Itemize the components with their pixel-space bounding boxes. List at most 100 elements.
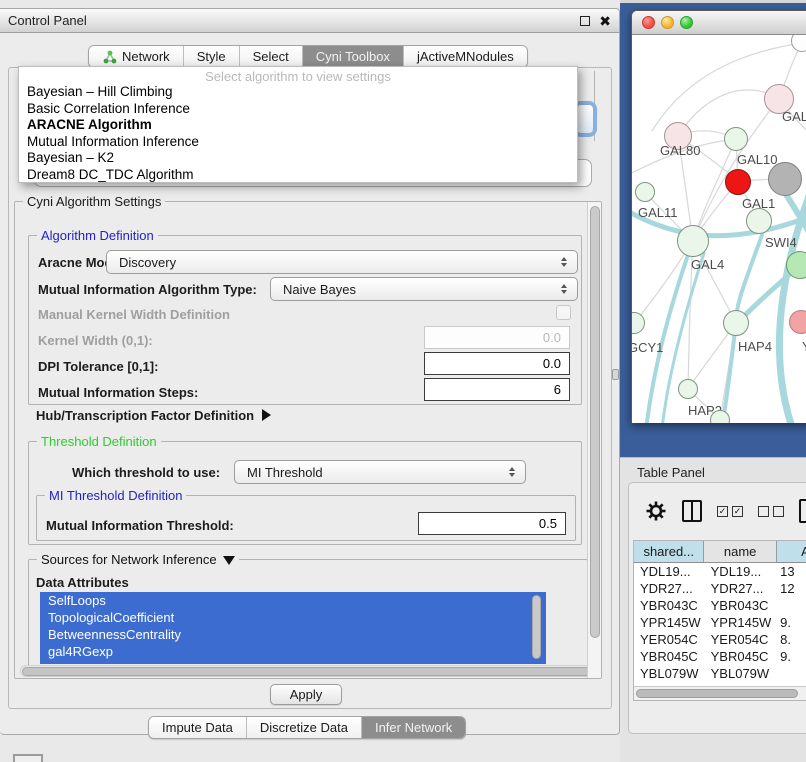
algorithm-option-dream8-dc-tdc-algorithm[interactable]: Dream8 DC_TDC Algorithm <box>19 167 577 184</box>
panel-divider-handle[interactable] <box>612 369 619 380</box>
zoom-traffic-light[interactable] <box>680 16 693 29</box>
minimize-traffic-light[interactable] <box>661 16 674 29</box>
kernel-width-field[interactable]: 0.0 <box>424 326 570 349</box>
screen: GALGAL80GAL10GAL1GAL11SWI4GAL4GCY1HAP4YH… <box>0 0 806 762</box>
mi-steps-field[interactable]: 6 <box>424 378 570 401</box>
algorithm-option-aracne-algorithm[interactable]: ARACNE Algorithm <box>19 117 577 134</box>
node-label-gal10: GAL10 <box>737 152 777 167</box>
algorithm-definition-title: Algorithm Definition <box>37 228 158 243</box>
tab-label: Impute Data <box>162 720 233 735</box>
mi-steps-label: Mutual Information Steps: <box>38 385 198 400</box>
tab-cyni-toolbox[interactable]: Cyni Toolbox <box>303 46 404 67</box>
table-row[interactable]: YBL079WYBL079W <box>634 665 806 682</box>
table-row[interactable]: YDR27...YDR27...12 <box>634 580 806 597</box>
network-node-hap4[interactable] <box>723 310 749 336</box>
attribute-item-betweennesscentrality[interactable]: BetweennessCentrality <box>40 626 546 643</box>
column-header-name[interactable]: name <box>704 541 776 562</box>
table-row[interactable]: YBR045CYBR045C9. <box>634 648 806 665</box>
control-panel-bottom-tabs: Impute Data Discretize DataInfer Network <box>148 716 466 739</box>
network-node-swi4[interactable] <box>746 208 772 234</box>
network-node-gal11[interactable] <box>635 182 655 202</box>
table-row[interactable]: YPR145WYPR145W9. <box>634 614 806 631</box>
network-node-gal4[interactable] <box>677 225 709 257</box>
network-node-y[interactable] <box>789 310 806 334</box>
tab-label: jActiveMNodules <box>417 49 514 64</box>
algorithm-combo-button-fragment[interactable] <box>576 104 594 134</box>
vscroll-thumb[interactable] <box>590 206 600 638</box>
table-cell: YBL079W <box>705 665 777 682</box>
table-horizontal-scrollbar[interactable] <box>634 686 806 700</box>
table-cell: YBL079W <box>634 665 705 682</box>
bottom-tab-impute-data[interactable]: Impute Data <box>149 717 247 738</box>
column-header-shared[interactable]: shared... <box>634 541 704 562</box>
tab-jactivemnodules[interactable]: jActiveMNodules <box>404 46 527 67</box>
table-cell: YBR045C <box>634 648 705 665</box>
bottom-tab-discretize-data[interactable]: Discretize Data <box>247 717 362 738</box>
settings-vertical-scrollbar[interactable] <box>587 202 601 678</box>
deselect-all-columns-icon[interactable] <box>758 506 784 517</box>
tab-select[interactable]: Select <box>240 46 303 67</box>
columns-icon[interactable] <box>682 500 702 522</box>
apply-button[interactable]: Apply <box>270 684 342 705</box>
table-cell: YDR27... <box>705 580 777 597</box>
close-icon[interactable]: ✖ <box>599 16 611 26</box>
sources-title: Sources for Network Inference <box>41 552 217 567</box>
attribute-item-topologicalcoefficient[interactable]: TopologicalCoefficient <box>40 609 546 626</box>
attribute-item-gal4rgexp[interactable]: gal4RGexp <box>40 643 546 660</box>
algorithm-option-bayesian-k2[interactable]: Bayesian – K2 <box>19 150 577 167</box>
table-row[interactable]: YDL19...YDL19...13 <box>634 563 806 580</box>
close-traffic-light[interactable] <box>642 16 655 29</box>
network-node[interactable] <box>768 162 802 196</box>
algorithm-option-bayesian-hill-climbing[interactable]: Bayesian – Hill Climbing <box>19 84 577 101</box>
table-panel-body: ✓ ✓ shared...nameA YDL19...YDL19...13YDR… <box>628 482 806 734</box>
manual-kernel-checkbox[interactable] <box>556 305 571 320</box>
network-node-gal10[interactable] <box>724 127 748 151</box>
document-icon[interactable] <box>799 499 806 523</box>
column-header-a[interactable]: A <box>777 541 806 562</box>
data-attributes-list[interactable]: SelfLoopsTopologicalCoefficientBetweenne… <box>40 592 546 664</box>
network-node[interactable] <box>710 410 730 423</box>
bottom-tab-infer-network[interactable]: Infer Network <box>362 717 465 738</box>
kernel-width-label: Kernel Width (0,1): <box>38 333 153 348</box>
tab-style[interactable]: Style <box>184 46 240 67</box>
desktop-top-strip <box>620 0 806 3</box>
network-node-hap2[interactable] <box>678 379 698 399</box>
aracne-mode-combo[interactable]: Discovery <box>106 250 578 274</box>
inference-group-border-fragment <box>594 71 595 141</box>
hscroll-thumb[interactable] <box>22 667 594 676</box>
list-scrollbar-thumb[interactable] <box>532 595 541 659</box>
table-row[interactable]: YER054CYER054C8. <box>634 631 806 648</box>
select-all-columns-icon[interactable]: ✓ ✓ <box>717 506 743 517</box>
algorithm-option-basic-correlation-inference[interactable]: Basic Correlation Inference <box>19 101 577 118</box>
table-panel: Table Panel ✓ ✓ <box>620 457 806 762</box>
table-row[interactable]: YBR043CYBR043C <box>634 597 806 614</box>
tab-network[interactable]: Network <box>89 46 184 67</box>
mi-type-combo[interactable]: Naive Bayes <box>270 277 578 301</box>
table-cell: YBR043C <box>705 597 777 614</box>
partial-ui-fragment <box>13 754 43 762</box>
float-icon[interactable] <box>580 16 590 26</box>
mi-type-value: Naive Bayes <box>283 282 356 297</box>
network-node[interactable] <box>786 251 806 279</box>
table-hscroll-thumb[interactable] <box>636 689 798 698</box>
network-node-gal1[interactable] <box>725 169 751 195</box>
node-label-gcy1: GCY1 <box>632 340 663 355</box>
collapse-down-icon <box>223 556 235 565</box>
network-canvas[interactable]: GALGAL80GAL10GAL1GAL11SWI4GAL4GCY1HAP4YH… <box>632 35 806 423</box>
table-cell: YDL19... <box>705 563 777 580</box>
table-cell: 12 <box>777 580 806 597</box>
table-cell: YER054C <box>705 631 777 648</box>
algorithm-option-mutual-information-inference[interactable]: Mutual Information Inference <box>19 134 577 151</box>
network-window-titlebar[interactable] <box>632 11 806 35</box>
attribute-item-selfloops[interactable]: SelfLoops <box>40 592 546 609</box>
dpi-tolerance-field[interactable]: 0.0 <box>424 352 570 375</box>
which-threshold-combo[interactable]: MI Threshold <box>234 460 526 484</box>
hub-definition-toggle[interactable]: Hub/Transcription Factor Definition <box>36 408 271 423</box>
settings-horizontal-scrollbar[interactable] <box>20 665 598 677</box>
gear-icon[interactable] <box>645 500 667 522</box>
node-label-gal11: GAL11 <box>638 205 678 220</box>
unchecked-box-icon <box>758 506 769 517</box>
mi-threshold-field[interactable]: 0.5 <box>418 512 566 535</box>
control-panel-titlebar[interactable]: Control Panel ✖ <box>0 9 619 33</box>
sources-toggle[interactable]: Sources for Network Inference <box>37 552 239 567</box>
